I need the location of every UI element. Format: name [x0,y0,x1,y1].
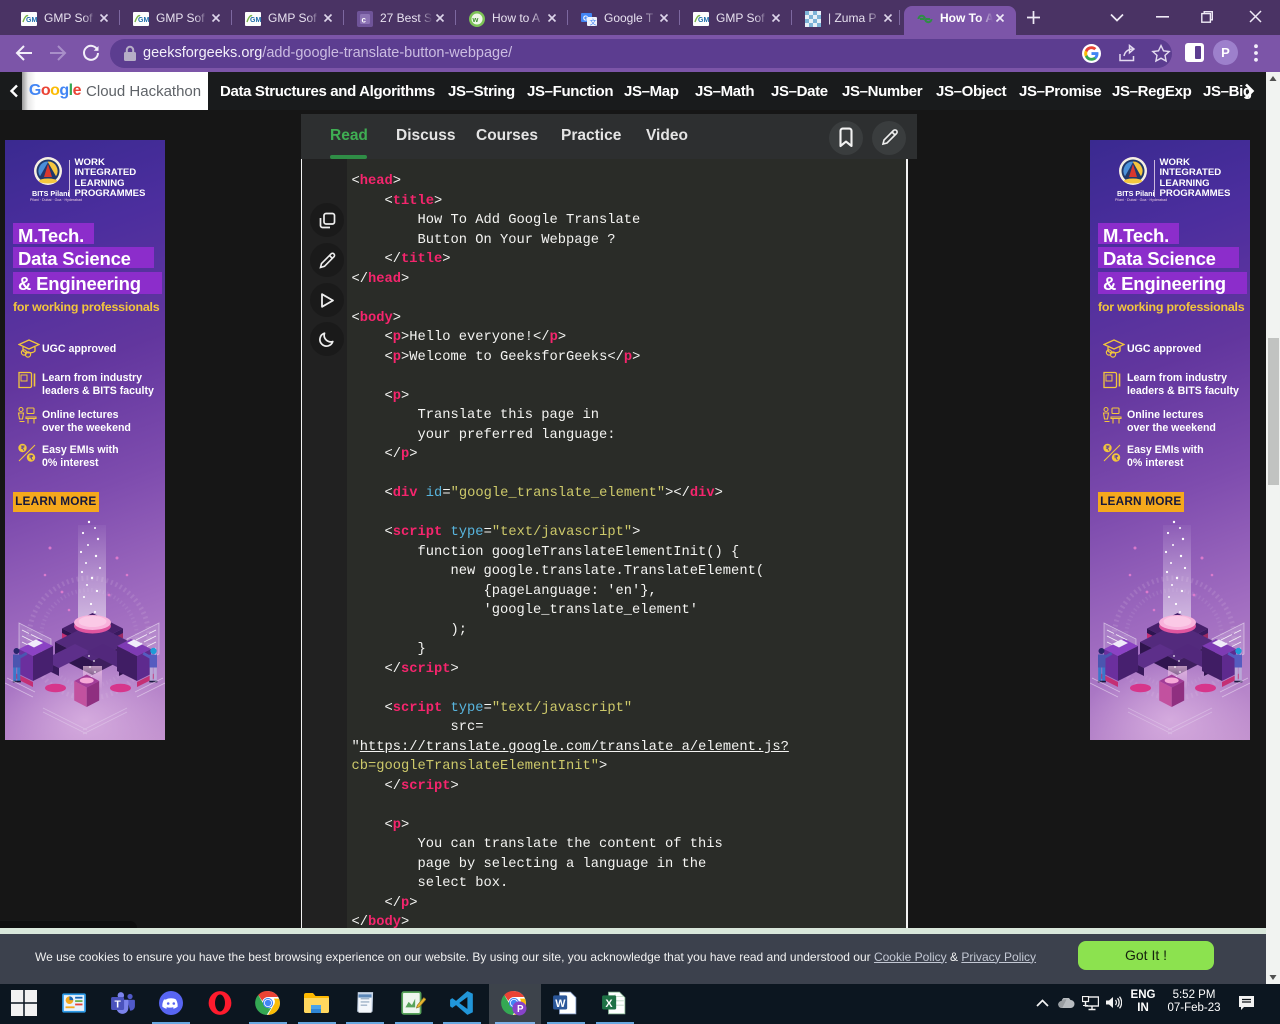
svg-text:GMP: GMP [250,17,261,24]
svg-text:T: T [115,999,122,1010]
svg-text:X: X [605,998,613,1010]
svg-text:GMP: GMP [138,17,149,24]
svg-text:GMP: GMP [26,17,37,24]
svg-text:W: W [555,998,566,1010]
svg-text:文: 文 [590,17,597,26]
svg-text:c: c [362,15,367,24]
svg-text:P: P [517,1004,524,1015]
svg-text:GMP: GMP [698,17,709,24]
svg-text:w: w [472,15,479,24]
